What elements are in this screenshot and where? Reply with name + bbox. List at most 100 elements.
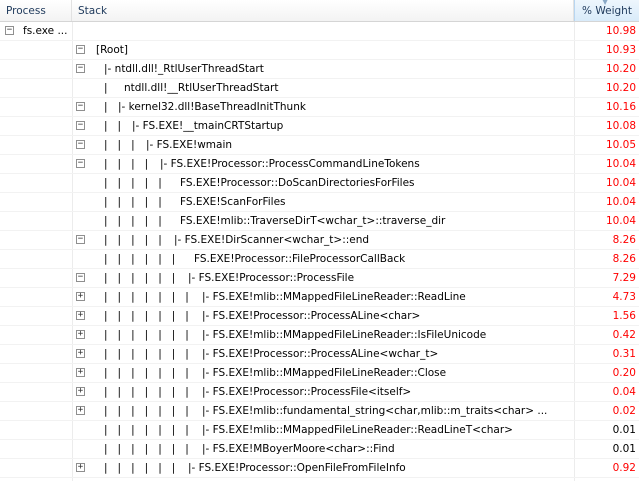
stack-frame-label: FS.EXE!mlib::TraverseDirT<wchar_t>::trav…: [180, 215, 446, 227]
table-row[interactable]: | | | | | | | |- FS.EXE!MBoyerMoore<char>…: [0, 440, 639, 459]
stack-frame-label: |- FS.EXE!Processor::ProcessFile: [188, 272, 355, 284]
stack-column-header[interactable]: Stack: [72, 0, 574, 21]
tree-guide-lines: | | | | |: [104, 234, 162, 246]
tree-guide-lines: | | | | |: [104, 196, 162, 208]
stack-frame-label: |- FS.EXE!Processor::OpenFileFromFileInf…: [188, 462, 406, 474]
weight-value: 0.92: [612, 462, 636, 474]
table-row[interactable]: | ntdll.dll!__RtlUserThreadStart 10.20: [0, 79, 639, 98]
expand-icon[interactable]: +: [76, 463, 85, 472]
stack-frame-label: |- FS.EXE!mlib::MMappedFileLineReader::R…: [202, 424, 513, 436]
table-row[interactable]: − | | | |- FS.EXE!wmain 10.05: [0, 136, 639, 155]
process-name: fs.exe ...: [23, 25, 68, 37]
weight-value: 10.04: [605, 177, 636, 189]
weight-value: 0.42: [612, 329, 636, 341]
stack-frame-label: |- FS.EXE!Processor::ProcessALine<char>: [202, 310, 421, 322]
tree-guide-lines: | | | | | | |: [104, 310, 189, 322]
table-row[interactable]: − | | | | | |- FS.EXE!DirScanner<wchar_t>:…: [0, 231, 639, 250]
table-row[interactable]: − | | | | |- FS.EXE!Processor::ProcessComm…: [0, 155, 639, 174]
tree-guide-lines: | | | | |: [104, 177, 162, 189]
table-row[interactable]: + | | | | | | | |- FS.EXE!mlib::MMappedFil…: [0, 288, 639, 307]
stack-frame-label: |- FS.EXE!mlib::fundamental_string<char,…: [202, 405, 548, 417]
table-row[interactable]: + | | | | | | | |- FS.EXE!Processor::Proce…: [0, 345, 639, 364]
weight-value: 8.26: [612, 253, 636, 265]
tree-guide-lines: | | | | | | |: [104, 291, 189, 303]
expand-icon[interactable]: +: [76, 368, 85, 377]
table-row[interactable]: | | | | | | | |- FS.EXE!mlib::MMappedFile…: [0, 421, 639, 440]
table-row[interactable]: | | | | | FS.EXE!mlib::TraverseDirT<wchar…: [0, 212, 639, 231]
collapse-icon[interactable]: −: [76, 102, 85, 111]
table-row[interactable]: − |- ntdll.dll!_RtlUserThreadStart 10.20: [0, 60, 639, 79]
stack-frame-label: ntdll.dll!__RtlUserThreadStart: [124, 82, 279, 94]
tree-guide-lines: | | | | | | |: [104, 405, 189, 417]
collapse-icon[interactable]: −: [5, 26, 14, 35]
weight-value: 0.01: [612, 424, 636, 436]
stack-frame-label: |- ntdll.dll!_RtlUserThreadStart: [104, 63, 264, 75]
weight-value: 10.93: [605, 44, 636, 56]
expand-icon[interactable]: +: [76, 330, 85, 339]
tree-guide-lines: | | | | | |: [104, 253, 176, 265]
table-row[interactable]: | | | | | FS.EXE!Processor::DoScanDirecto…: [0, 174, 639, 193]
weight-value: 10.05: [605, 139, 636, 151]
weight-value: 1.56: [612, 310, 636, 322]
tree-guide-lines: | | | | | | |: [104, 367, 189, 379]
weight-value: 10.04: [605, 215, 636, 227]
weight-value: 10.04: [605, 196, 636, 208]
table-row[interactable]: − | | | | | | |- FS.EXE!Processor::Process…: [0, 269, 639, 288]
stack-frame-label: |- FS.EXE!Processor::ProcessCommandLineT…: [160, 158, 420, 170]
weight-value: 10.08: [605, 120, 636, 132]
collapse-icon[interactable]: −: [76, 273, 85, 282]
weight-value: 10.20: [605, 63, 636, 75]
tree-guide-lines: | | | | |: [104, 215, 162, 227]
weight-column-header[interactable]: ▼ % Weight: [574, 0, 639, 21]
tree-guide-lines: | | |: [104, 139, 135, 151]
expand-icon[interactable]: +: [76, 311, 85, 320]
stack-frame-label: |- FS.EXE!mlib::MMappedFileLineReader::I…: [202, 329, 487, 341]
tree-guide-lines: | | | | | |: [104, 272, 176, 284]
table-row[interactable]: − | | |- FS.EXE!__tmainCRTStartup 10.08: [0, 117, 639, 136]
expand-icon[interactable]: +: [76, 349, 85, 358]
stack-frame-label: FS.EXE!Processor::FileProcessorCallBack: [194, 253, 406, 265]
tree-guide-lines: |: [104, 101, 108, 113]
stack-frame-label: |- FS.EXE!wmain: [146, 139, 233, 151]
table-row[interactable]: + | | | | | | |- FS.EXE!Processor::OpenFil…: [0, 459, 639, 478]
tree-guide-lines: | |: [104, 120, 122, 132]
stack-frame-label: |- FS.EXE!DirScanner<wchar_t>::end: [174, 234, 370, 246]
tree-guide-lines: | | | | | | |: [104, 386, 189, 398]
table-row[interactable]: − [Root] 10.93: [0, 41, 639, 60]
collapse-icon[interactable]: −: [76, 235, 85, 244]
table-row[interactable]: + | | | | | | | |- FS.EXE!mlib::MMappedFil…: [0, 326, 639, 345]
weight-value: 0.31: [612, 348, 636, 360]
stack-tree: − fs.exe ... 10.98− [Root] 10.93− |- ntdll.dl…: [0, 22, 639, 478]
weight-value: 0.02: [612, 405, 636, 417]
weight-value: 7.29: [612, 272, 636, 284]
tree-guide-lines: | | | |: [104, 158, 149, 170]
collapse-icon[interactable]: −: [76, 64, 85, 73]
expand-icon[interactable]: +: [76, 406, 85, 415]
table-row[interactable]: + | | | | | | | |- FS.EXE!mlib::MMappedFil…: [0, 364, 639, 383]
collapse-icon[interactable]: −: [76, 45, 85, 54]
tree-guide-lines: | | | | | | |: [104, 348, 189, 360]
process-column-header[interactable]: Process: [0, 0, 72, 21]
table-row[interactable]: + | | | | | | | |- FS.EXE!Processor::Proce…: [0, 307, 639, 326]
collapse-icon[interactable]: −: [76, 121, 85, 130]
expand-icon[interactable]: +: [76, 292, 85, 301]
stack-frame-label: |- FS.EXE!MBoyerMoore<char>::Find: [202, 443, 395, 455]
tree-guide-lines: | | | | | | |: [104, 329, 189, 341]
table-row[interactable]: − fs.exe ... 10.98: [0, 22, 639, 41]
stack-frame-label: FS.EXE!ScanForFiles: [180, 196, 286, 208]
stack-frame-label: |- kernel32.dll!BaseThreadInitThunk: [118, 101, 306, 113]
stack-frame-label: |- FS.EXE!mlib::MMappedFileLineReader::R…: [202, 291, 466, 303]
stack-frame-label: |- FS.EXE!Processor::ProcessALine<wchar_…: [202, 348, 439, 360]
expand-icon[interactable]: +: [76, 387, 85, 396]
table-row[interactable]: | | | | | FS.EXE!ScanForFiles 10.04: [0, 193, 639, 212]
table-row[interactable]: | | | | | | FS.EXE!Processor::FileProcess…: [0, 250, 639, 269]
table-row[interactable]: − | |- kernel32.dll!BaseThreadInitThunk 10.…: [0, 98, 639, 117]
tree-guide-lines: | | | | | | |: [104, 424, 189, 436]
table-row[interactable]: + | | | | | | | |- FS.EXE!Processor::Proce…: [0, 383, 639, 402]
column-header: Process Stack ▼ % Weight: [0, 0, 639, 22]
weight-value: 0.20: [612, 367, 636, 379]
collapse-icon[interactable]: −: [76, 159, 85, 168]
collapse-icon[interactable]: −: [76, 140, 85, 149]
stack-frame-label: FS.EXE!Processor::DoScanDirectoriesForFi…: [180, 177, 415, 189]
table-row[interactable]: + | | | | | | | |- FS.EXE!mlib::fundamenta…: [0, 402, 639, 421]
